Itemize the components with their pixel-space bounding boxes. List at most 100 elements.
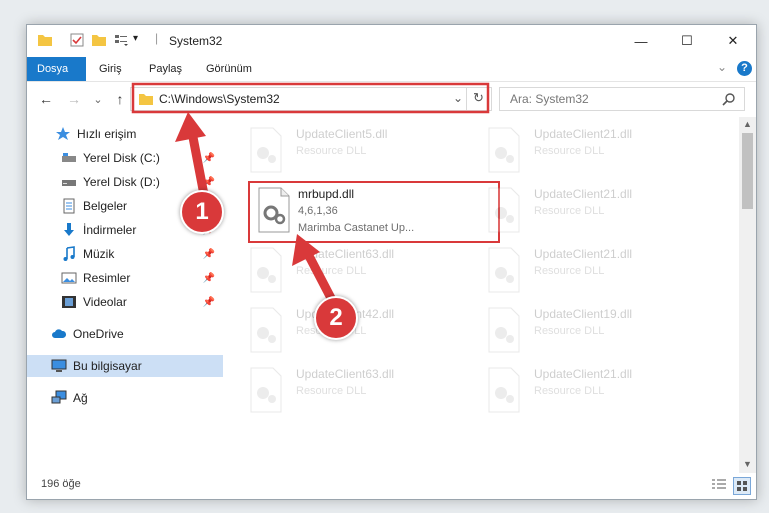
sidebar-item-music[interactable]: Müzik 📌	[27, 243, 223, 265]
folder-icon	[139, 94, 153, 105]
file-description: Resource DLL	[534, 145, 605, 157]
file-description: Resource DLL	[534, 265, 605, 277]
file-name: UpdateClient21.dll	[534, 367, 633, 381]
file-tile-highlighted[interactable]: mrbupd.dll 4,6,1,36 Marimba Castanet Up.…	[248, 181, 500, 243]
cloud-icon	[52, 329, 67, 338]
tab-gorunum[interactable]: Görünüm	[196, 57, 262, 81]
address-text: C:\Windows\System32	[159, 92, 280, 106]
computer-icon	[51, 359, 67, 372]
dll-file-icon	[488, 367, 520, 413]
folder-icon	[38, 35, 52, 46]
sidebar-item-pictures[interactable]: Resimler 📌	[27, 267, 223, 289]
dll-file-icon	[488, 247, 520, 293]
network-icon	[51, 390, 67, 404]
sidebar-item-label: Hızlı erişim	[77, 127, 137, 141]
drive-icon	[62, 180, 76, 186]
file-description: Resource DLL	[296, 265, 367, 277]
tab-giris[interactable]: Giriş	[89, 57, 132, 81]
sidebar-item-label: Bu bilgisayar	[73, 359, 142, 373]
navigation-bar: ← → ⌄ ↑ C:\Windows\System32 ⌄ ↻ Ara: Sys…	[27, 82, 756, 116]
file-name: mrbupd.dll	[298, 187, 355, 201]
help-icon[interactable]: ?	[737, 61, 752, 76]
file-tile[interactable]: UpdateClient19.dll Resource DLL	[486, 303, 716, 359]
file-tile[interactable]: UpdateClient5.dll Resource DLL	[248, 123, 478, 179]
file-description: Marimba Castanet Up...	[298, 222, 415, 234]
tab-paylas[interactable]: Paylaş	[139, 57, 192, 81]
file-tile[interactable]: UpdateClient21.dll Resource DLL	[486, 243, 716, 299]
sidebar-item-label: Yerel Disk (D:)	[83, 175, 160, 189]
tab-dosya[interactable]: Dosya	[27, 57, 86, 81]
file-tile[interactable]: UpdateClient63.dll Resource DLL	[248, 363, 478, 419]
sidebar-item-network[interactable]: Ağ	[27, 387, 223, 409]
search-box[interactable]: Ara: System32	[499, 87, 745, 111]
item-count: 196 öğe	[41, 478, 81, 490]
maximize-button[interactable]: ☐	[664, 25, 710, 57]
pin-icon[interactable]: 📌	[203, 297, 215, 308]
dll-file-icon	[488, 127, 520, 173]
forward-button[interactable]: →	[65, 90, 83, 108]
title-separator: |	[155, 31, 159, 45]
dll-file-icon	[488, 307, 520, 353]
dll-file-icon	[250, 247, 282, 293]
drive-icon	[62, 153, 76, 162]
properties-icon[interactable]	[69, 32, 85, 48]
customize-toolbar-icon[interactable]	[113, 32, 129, 48]
file-tile[interactable]: UpdateClient21.dll Resource DLL	[486, 183, 716, 239]
new-folder-icon[interactable]	[91, 32, 107, 48]
address-bar[interactable]: C:\Windows\System32 ⌄ ↻	[130, 87, 492, 111]
search-icon[interactable]	[722, 92, 736, 106]
dll-file-icon	[250, 367, 282, 413]
pin-icon[interactable]: 📌	[203, 153, 215, 164]
sidebar-item-label: Belgeler	[83, 199, 128, 213]
scroll-down-icon[interactable]: ▼	[743, 459, 752, 469]
scrollbar-thumb[interactable]	[742, 133, 753, 209]
title-bar: ▾ | System32 — ☐ ✕	[27, 25, 756, 57]
dll-file-icon	[250, 307, 282, 353]
sidebar-item-label: OneDrive	[73, 327, 124, 341]
qa-dropdown-icon[interactable]: ▾	[133, 33, 138, 44]
scroll-up-icon[interactable]: ▲	[743, 119, 752, 129]
recent-locations-button[interactable]: ⌄	[89, 90, 107, 108]
vertical-scrollbar[interactable]: ▲ ▼	[739, 117, 756, 473]
sidebar-item-label: Müzik	[83, 247, 115, 261]
step-1-badge: 1	[180, 190, 224, 234]
sidebar-item-quick-access[interactable]: Hızlı erişim	[27, 123, 223, 145]
file-name: UpdateClient5.dll	[296, 127, 388, 141]
ribbon-collapse-icon[interactable]: ⌄	[717, 60, 727, 74]
pin-icon[interactable]: 📌	[203, 249, 215, 260]
file-description: Resource DLL	[534, 385, 605, 397]
details-view-icon[interactable]	[711, 478, 727, 492]
file-name: UpdateClient21.dll	[534, 247, 633, 261]
search-input[interactable]: Ara: System32	[510, 92, 589, 106]
file-tile[interactable]: UpdateClient42.dll Resource DLL	[248, 303, 478, 359]
status-bar: 196 öğe	[27, 473, 756, 499]
sidebar-item-label: Yerel Disk (C:)	[83, 151, 160, 165]
file-version: 4,6,1,36	[298, 205, 338, 217]
window-title: System32	[169, 34, 223, 48]
file-tile[interactable]: UpdateClient63.dll Resource DLL	[248, 243, 478, 299]
sidebar-item-drive-c[interactable]: Yerel Disk (C:) 📌	[27, 147, 223, 169]
sidebar-item-label: İndirmeler	[83, 223, 137, 237]
pin-icon[interactable]: 📌	[203, 273, 215, 284]
documents-icon	[63, 198, 75, 214]
tiles-view-icon[interactable]	[733, 477, 751, 495]
address-dropdown-icon[interactable]: ⌄	[453, 91, 463, 105]
file-tile[interactable]: UpdateClient21.dll Resource DLL	[486, 363, 716, 419]
refresh-icon[interactable]: ↻	[473, 90, 484, 106]
close-button[interactable]: ✕	[710, 25, 756, 57]
pin-icon[interactable]: 📌	[203, 177, 215, 188]
dll-file-icon	[488, 187, 520, 233]
sidebar-item-this-pc[interactable]: Bu bilgisayar	[27, 355, 223, 377]
back-button[interactable]: ←	[37, 90, 55, 108]
sidebar-item-drive-d[interactable]: Yerel Disk (D:) 📌	[27, 171, 223, 193]
sidebar-item-onedrive[interactable]: OneDrive	[27, 323, 223, 345]
minimize-button[interactable]: —	[618, 25, 664, 57]
file-tile[interactable]: UpdateClient21.dll Resource DLL	[486, 123, 716, 179]
step-2-badge: 2	[314, 296, 358, 340]
file-list: UpdateClient5.dll Resource DLL mrbupd.dl…	[224, 117, 740, 473]
up-button[interactable]: ↑	[111, 90, 129, 108]
sidebar-item-videos[interactable]: Videolar 📌	[27, 291, 223, 313]
star-icon	[56, 127, 70, 140]
dll-file-icon	[258, 187, 290, 233]
file-description: Resource DLL	[296, 145, 367, 157]
